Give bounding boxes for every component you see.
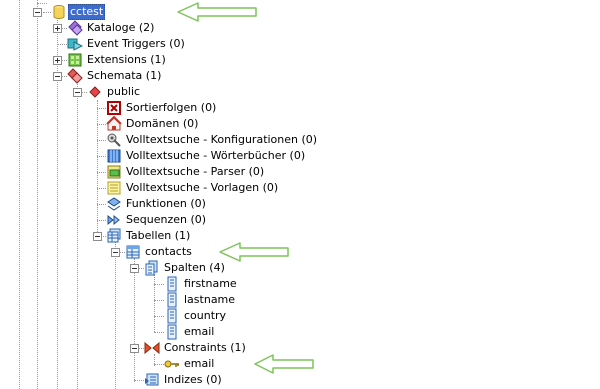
function-icon [106,196,122,212]
annotation-arrow [219,242,289,262]
tree-guide-line [154,274,155,332]
column-icon [164,324,180,340]
object-browser-tree: cctest Kataloge (2) Event Triggers (0) E… [0,0,600,389]
tree-node-label[interactable]: lastname [184,293,235,307]
tree-node-label[interactable]: Schemata (1) [87,69,161,83]
extension-icon [67,52,83,68]
tree-connector [134,380,144,381]
fts-dictionary-icon [106,148,122,164]
tables-icon [106,228,122,244]
tree-node-label[interactable]: Volltextsuche - Parser (0) [126,165,264,179]
collation-icon [106,100,122,116]
tree-guide-line [77,84,78,389]
tree-connector [154,316,164,317]
tree-node-label[interactable]: Extensions (1) [87,53,166,67]
domain-icon [106,116,122,132]
annotation-arrow [177,2,257,22]
column-icon [164,292,180,308]
tree-guide-line [134,258,135,382]
column-icon [164,308,180,324]
tree-node-label[interactable]: Kataloge (2) [87,21,154,35]
tree-connector [97,220,106,221]
tree-connector [57,44,67,45]
tree-node-label[interactable]: public [107,85,140,99]
tree-node-label[interactable]: firstname [184,277,237,291]
tree-connector [154,300,164,301]
tree-guide-line [19,0,20,389]
tree-connector [43,12,51,13]
tree-node-label[interactable]: Funktionen (0) [126,197,206,211]
table-icon [125,244,141,260]
tree-node-label[interactable]: email [184,325,214,339]
tree-connector [97,172,106,173]
tree-node-label[interactable]: contacts [145,245,192,259]
indexes-icon [144,372,160,388]
tree-connector [97,204,106,205]
annotation-arrow [254,354,314,374]
tree-node-label[interactable]: Volltextsuche - Wörterbücher (0) [126,149,305,163]
tree-connector [154,364,164,365]
database-label[interactable]: cctest [68,4,106,20]
tree-node-label[interactable]: Spalten (4) [164,261,225,275]
event-trigger-icon [67,36,83,52]
database-icon [51,4,67,20]
tree-node-label[interactable]: Volltextsuche - Konfigurationen (0) [126,133,317,147]
tree-connector [154,284,164,285]
tree-node-label[interactable]: Tabellen (1) [126,229,190,243]
tree-connector [97,124,106,125]
tree-connector [97,188,106,189]
schemata-icon [67,68,83,84]
sequence-icon [106,212,122,228]
tree-connector [37,3,47,4]
fts-parser-icon [106,164,122,180]
tree-connector [97,156,106,157]
tree-guide-line [37,0,38,389]
tree-node-label[interactable]: email [184,357,214,371]
tree-connector [97,140,106,141]
tree-node-label[interactable]: Domänen (0) [126,117,198,131]
tree-node-label[interactable]: Volltextsuche - Vorlagen (0) [126,181,278,195]
fts-template-icon [106,180,122,196]
collapse-toggle[interactable] [33,8,42,17]
tree-connector [154,332,164,333]
tree-connector [97,108,106,109]
tree-node-label[interactable]: Event Triggers (0) [87,37,185,51]
column-icon [164,276,180,292]
catalog-icon [67,20,83,36]
tree-node-label[interactable]: Constraints (1) [164,341,246,355]
tree-guide-line [97,100,98,240]
tree-guide-line [115,242,116,389]
fts-config-icon [106,132,122,148]
schema-icon [87,84,103,100]
key-icon [164,356,180,372]
tree-node-label[interactable]: Sequenzen (0) [126,213,206,227]
tree-node-label[interactable]: Sortierfolgen (0) [126,101,216,115]
tree-node-label[interactable]: Indizes (0) [164,373,222,387]
constraints-icon [144,340,160,356]
tree-node-label[interactable]: country [184,309,226,323]
columns-icon [144,260,160,276]
